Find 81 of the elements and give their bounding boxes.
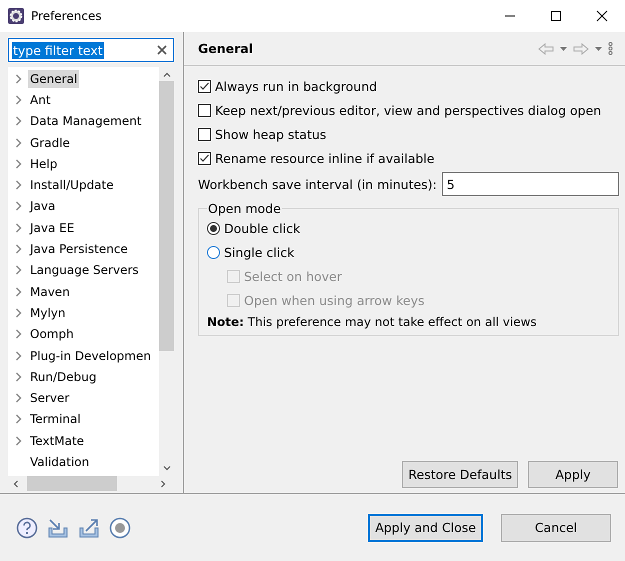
interval-field[interactable]: 5	[442, 172, 619, 196]
dialog-button[interactable]: Apply and Close	[368, 514, 483, 542]
import-icon[interactable]	[47, 516, 69, 538]
tree-item[interactable]: Help	[28, 154, 60, 173]
chevron-icon[interactable]	[15, 138, 22, 148]
forward-arrow-icon[interactable]	[573, 42, 589, 54]
dialog-button[interactable]: Cancel	[501, 514, 611, 542]
checkbox-label: Always run in background	[215, 78, 378, 94]
tree-item[interactable]: Java Persistence	[28, 240, 130, 258]
tree-item[interactable]: TextMate	[28, 432, 86, 450]
close-icon[interactable]	[596, 10, 608, 22]
chevron-icon[interactable]	[15, 94, 22, 105]
chevron-icon[interactable]	[15, 372, 22, 382]
scroll-thumb[interactable]	[159, 81, 174, 351]
radio-button[interactable]	[207, 222, 220, 234]
note-text: Note: This preference may not take effect on all views	[207, 315, 538, 329]
checkbox-label: Rename resource inline if available	[215, 150, 434, 166]
filter-field[interactable]: type filter text	[8, 38, 174, 62]
maximize-icon[interactable]	[550, 10, 562, 22]
chevron-icon[interactable]	[15, 286, 22, 297]
scroll-thumb[interactable]	[27, 476, 117, 491]
radio-label: Single click	[224, 244, 294, 260]
chevron-icon[interactable]	[15, 116, 22, 126]
tree-item[interactable]: Mylyn	[28, 304, 68, 322]
tree-item[interactable]: Java	[28, 197, 58, 216]
checkbox[interactable]	[198, 80, 211, 92]
app-gear-icon	[7, 7, 25, 25]
tree-item[interactable]: Gradle	[28, 134, 72, 152]
clear-icon[interactable]	[157, 45, 167, 55]
page-button[interactable]: Restore Defaults	[402, 461, 518, 488]
checkbox-label: Select on hover	[244, 268, 342, 284]
checkbox[interactable]	[198, 104, 211, 116]
checkbox-label: Open when using arrow keys	[244, 292, 425, 308]
page-title: General	[198, 41, 253, 56]
chevron-icon[interactable]	[15, 329, 22, 340]
checkbox-label: Show heap status	[215, 126, 326, 142]
radio-label: Double click	[224, 220, 300, 236]
back-arrow-icon[interactable]	[538, 42, 554, 54]
chevron-icon[interactable]	[15, 244, 22, 254]
chevron-icon[interactable]	[15, 265, 22, 276]
record-icon[interactable]	[109, 516, 131, 538]
tree-item[interactable]: Oomph	[28, 325, 76, 344]
scroll-right-icon[interactable]	[161, 480, 166, 488]
checkbox[interactable]	[198, 128, 211, 140]
chevron-icon[interactable]	[15, 350, 22, 360]
tree-item[interactable]: Data Management	[28, 112, 144, 130]
scroll-up-icon[interactable]	[162, 72, 170, 77]
chevron-icon[interactable]	[15, 414, 22, 424]
tree-item[interactable]: Java EE	[28, 218, 76, 237]
tree-item[interactable]: Server	[28, 389, 72, 408]
group-title: Open mode	[207, 201, 282, 216]
tree-item[interactable]: Validation	[28, 452, 92, 471]
field-label: Workbench save interval (in minutes):	[198, 176, 437, 192]
more-options-icon[interactable]	[608, 42, 613, 55]
tree-item[interactable]: Install/Update	[28, 176, 116, 194]
tree-item[interactable]: Plug-in Developmen	[28, 346, 153, 364]
dropdown-icon[interactable]	[560, 46, 567, 50]
tree-item[interactable]: Terminal	[28, 410, 83, 428]
chevron-icon[interactable]	[15, 393, 22, 404]
radio-button[interactable]	[207, 246, 220, 258]
checkbox-label: Keep next/previous editor, view and perspectives dialog open	[215, 102, 602, 118]
scroll-down-icon[interactable]	[162, 466, 170, 471]
export-icon[interactable]	[78, 516, 100, 538]
chevron-icon[interactable]	[15, 158, 22, 169]
scroll-left-icon[interactable]	[13, 480, 18, 488]
tree-item[interactable]: General	[28, 70, 80, 88]
chevron-icon[interactable]	[15, 222, 22, 233]
chevron-icon[interactable]	[15, 180, 22, 190]
chevron-icon[interactable]	[15, 74, 22, 84]
window-title: Preferences	[31, 9, 103, 23]
chevron-icon[interactable]	[15, 201, 22, 212]
page-button[interactable]: Apply	[528, 461, 618, 488]
tree-item[interactable]: Language Servers	[28, 261, 141, 280]
help-icon[interactable]	[16, 516, 38, 538]
checkbox[interactable]	[198, 152, 211, 164]
dropdown-icon[interactable]	[595, 46, 602, 50]
chevron-icon[interactable]	[15, 308, 22, 318]
tree-item[interactable]: Ant	[28, 90, 53, 109]
tree-item[interactable]: Run/Debug	[28, 368, 99, 386]
chevron-icon[interactable]	[15, 436, 22, 446]
tree-item[interactable]: Maven	[28, 282, 72, 301]
